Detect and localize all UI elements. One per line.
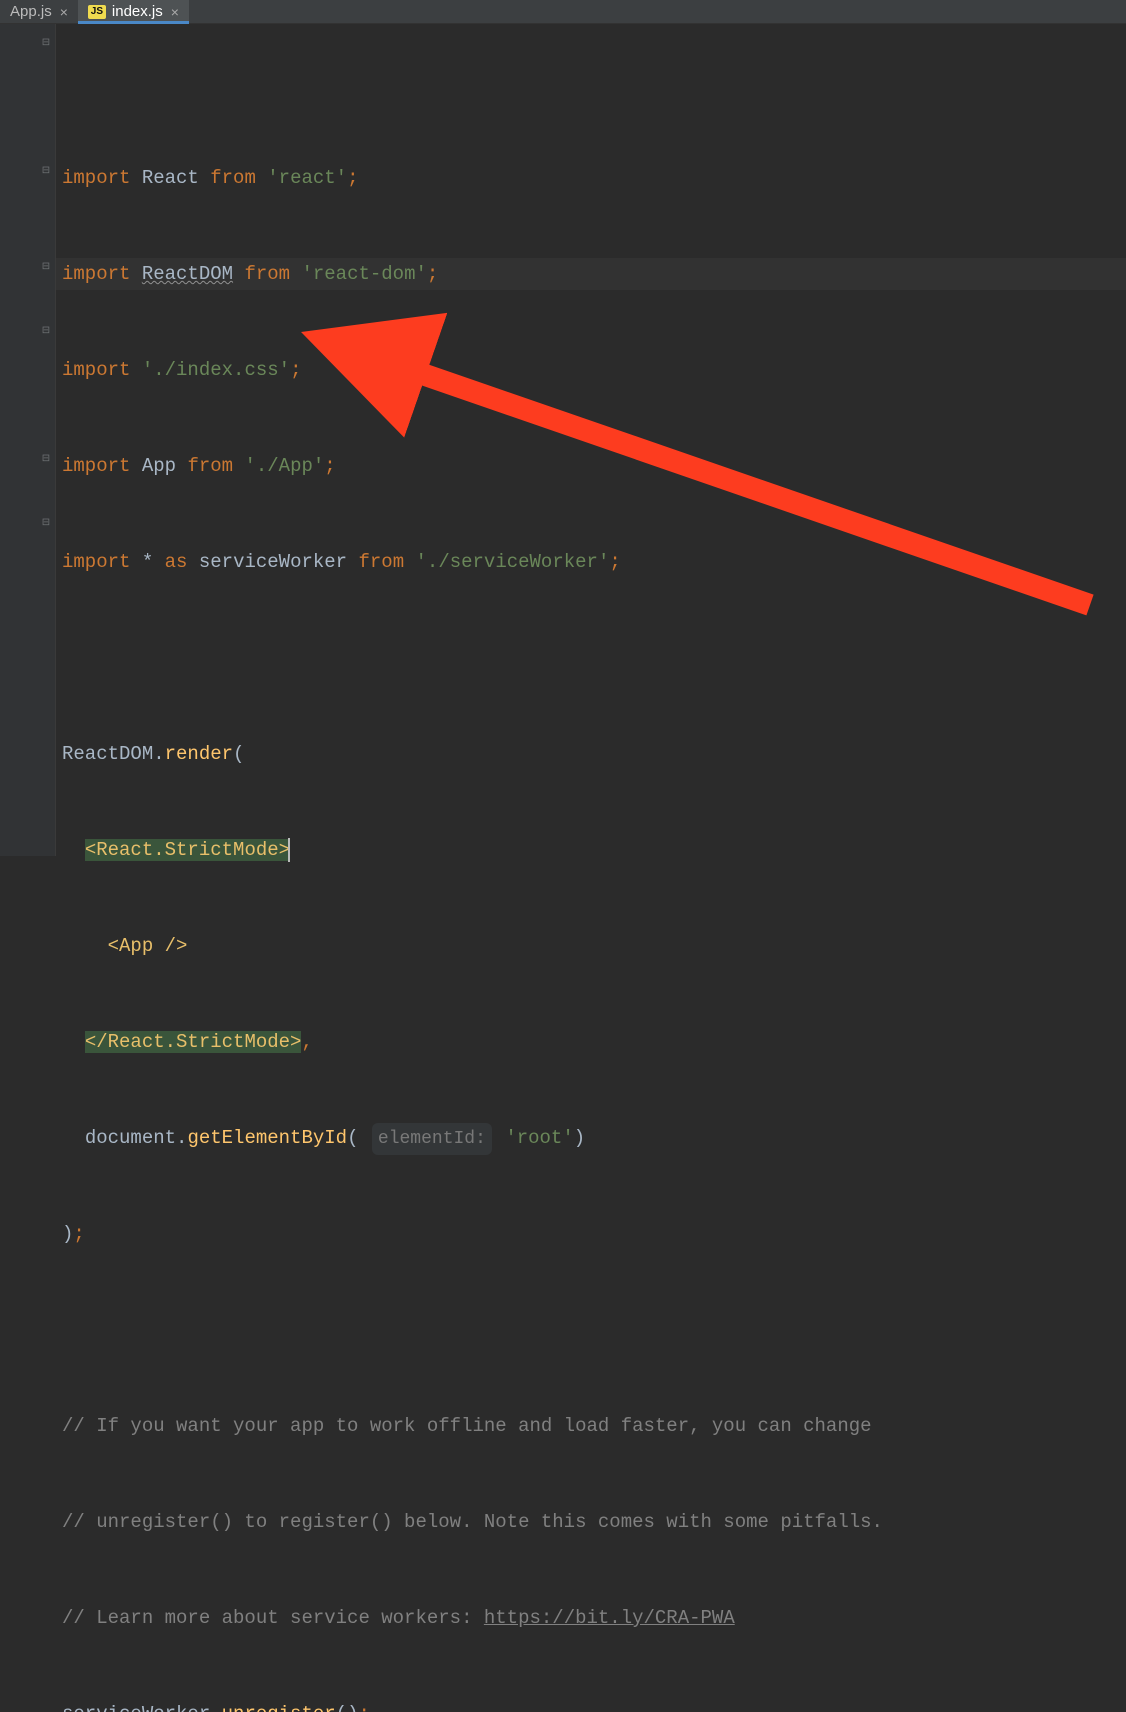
tab-label: index.js: [112, 3, 163, 20]
code-line: [62, 642, 1126, 674]
code-line: import App from './App';: [62, 450, 1126, 482]
text-cursor: [288, 838, 290, 862]
code-line: import ReactDOM from 'react-dom';: [62, 258, 1126, 290]
code-line: [62, 1314, 1126, 1346]
tab-index-js[interactable]: JS index.js ×: [78, 0, 189, 23]
code-line: serviceWorker.unregister();: [62, 1698, 1126, 1712]
code-line: <React.StrictMode>: [62, 834, 1126, 866]
code-line: </React.StrictMode>,: [62, 1026, 1126, 1058]
code-line: import React from 'react';: [62, 162, 1126, 194]
code-area[interactable]: import React from 'react'; import ReactD…: [56, 24, 1126, 856]
code-line: // If you want your app to work offline …: [62, 1410, 1126, 1442]
fold-icon[interactable]: ⊟: [40, 326, 52, 338]
code-line: // unregister() to register() below. Not…: [62, 1506, 1126, 1538]
tab-app-js[interactable]: App.js ×: [0, 0, 78, 23]
close-icon[interactable]: ×: [60, 4, 68, 20]
code-editor[interactable]: ⊟ ⊟ ⊟ ⊟ ⊟ ⊟ import React from 'react'; i…: [0, 24, 1126, 856]
url-link[interactable]: https://bit.ly/CRA-PWA: [484, 1607, 735, 1629]
fold-icon[interactable]: ⊟: [40, 262, 52, 274]
gutter: ⊟ ⊟ ⊟ ⊟ ⊟ ⊟: [0, 24, 56, 856]
fold-icon[interactable]: ⊟: [40, 166, 52, 178]
editor-tabs: App.js × JS index.js ×: [0, 0, 1126, 24]
code-line: document.getElementById( elementId: 'roo…: [62, 1122, 1126, 1154]
close-icon[interactable]: ×: [171, 4, 179, 20]
code-line: import * as serviceWorker from './servic…: [62, 546, 1126, 578]
fold-icon[interactable]: ⊟: [40, 518, 52, 530]
code-line: );: [62, 1218, 1126, 1250]
tab-label: App.js: [10, 3, 52, 20]
fold-icon[interactable]: ⊟: [40, 38, 52, 50]
parameter-hint: elementId:: [372, 1123, 492, 1155]
code-line: <App />: [62, 930, 1126, 962]
code-line: import './index.css';: [62, 354, 1126, 386]
code-line: // Learn more about service workers: htt…: [62, 1602, 1126, 1634]
code-line: ReactDOM.render(: [62, 738, 1126, 770]
js-file-icon: JS: [88, 5, 106, 19]
fold-icon[interactable]: ⊟: [40, 454, 52, 466]
